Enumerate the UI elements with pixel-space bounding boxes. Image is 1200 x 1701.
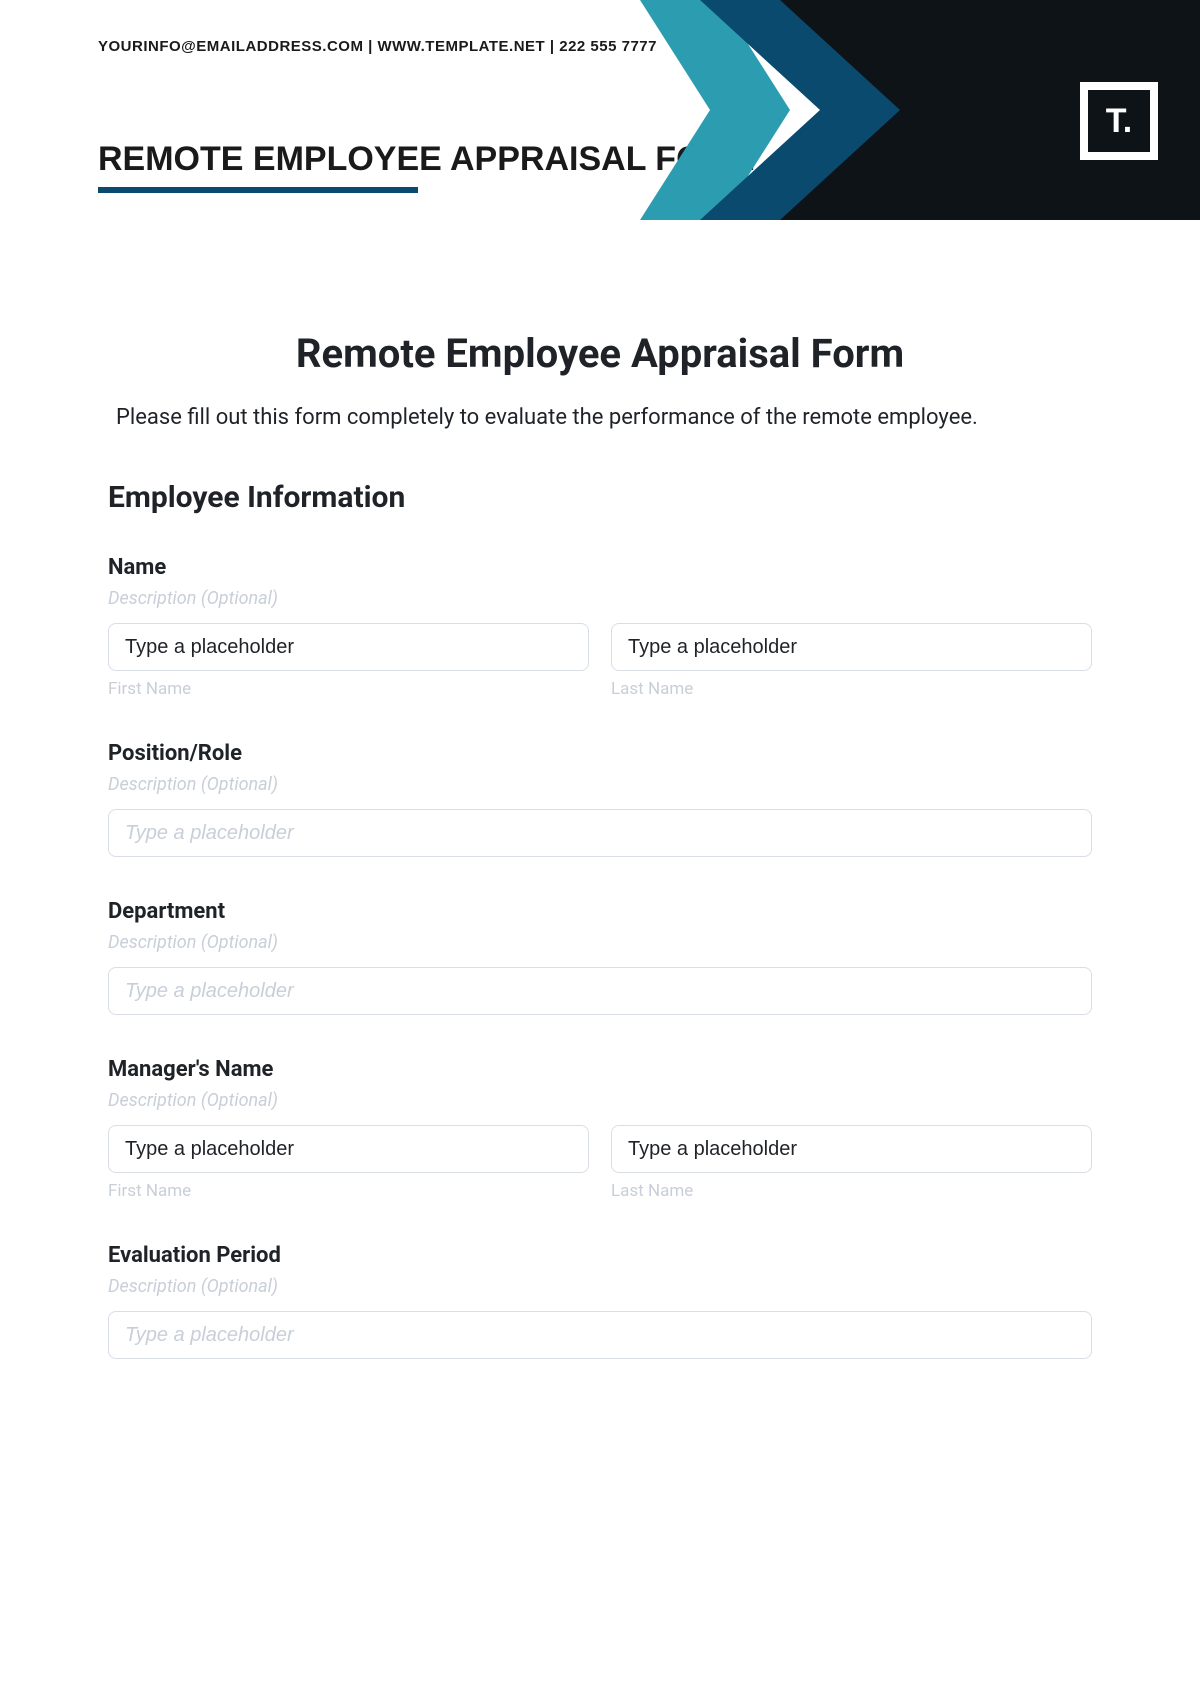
field-department: Department Description (Optional)	[108, 899, 1092, 1015]
label-department: Department	[108, 899, 1092, 924]
manager-first-input[interactable]	[108, 1125, 589, 1173]
logo-text: T.	[1086, 88, 1152, 154]
field-manager: Manager's Name Description (Optional) Fi…	[108, 1057, 1092, 1201]
form-area: Remote Employee Appraisal Form Please fi…	[0, 220, 1200, 1441]
field-period: Evaluation Period Description (Optional)	[108, 1243, 1092, 1359]
period-input[interactable]	[108, 1311, 1092, 1359]
sublabel-manager-first: First Name	[108, 1181, 589, 1201]
department-input[interactable]	[108, 967, 1092, 1015]
position-input[interactable]	[108, 809, 1092, 857]
desc-department: Description (Optional)	[108, 932, 1092, 953]
label-position: Position/Role	[108, 741, 1092, 766]
logo-badge: T.	[1080, 82, 1158, 160]
sublabel-last-name: Last Name	[611, 679, 1092, 699]
name-last-input[interactable]	[611, 623, 1092, 671]
contact-info: YOURINFO@EMAILADDRESS.COM | WWW.TEMPLATE…	[98, 38, 657, 55]
desc-name: Description (Optional)	[108, 588, 1092, 609]
label-name: Name	[108, 555, 1092, 580]
header-banner: YOURINFO@EMAILADDRESS.COM | WWW.TEMPLATE…	[0, 0, 1200, 220]
sublabel-first-name: First Name	[108, 679, 589, 699]
desc-position: Description (Optional)	[108, 774, 1092, 795]
sublabel-manager-last: Last Name	[611, 1181, 1092, 1201]
section-employee-info: Employee Information	[108, 480, 1092, 515]
desc-manager: Description (Optional)	[108, 1090, 1092, 1111]
name-first-input[interactable]	[108, 623, 589, 671]
form-title: Remote Employee Appraisal Form	[108, 330, 1092, 377]
desc-period: Description (Optional)	[108, 1276, 1092, 1297]
label-period: Evaluation Period	[108, 1243, 1092, 1268]
field-name: Name Description (Optional) First Name L…	[108, 555, 1092, 699]
header-graphic: T.	[640, 0, 1200, 220]
title-underline	[98, 187, 418, 193]
field-position: Position/Role Description (Optional)	[108, 741, 1092, 857]
label-manager: Manager's Name	[108, 1057, 1092, 1082]
manager-last-input[interactable]	[611, 1125, 1092, 1173]
form-intro: Please fill out this form completely to …	[108, 405, 1092, 430]
